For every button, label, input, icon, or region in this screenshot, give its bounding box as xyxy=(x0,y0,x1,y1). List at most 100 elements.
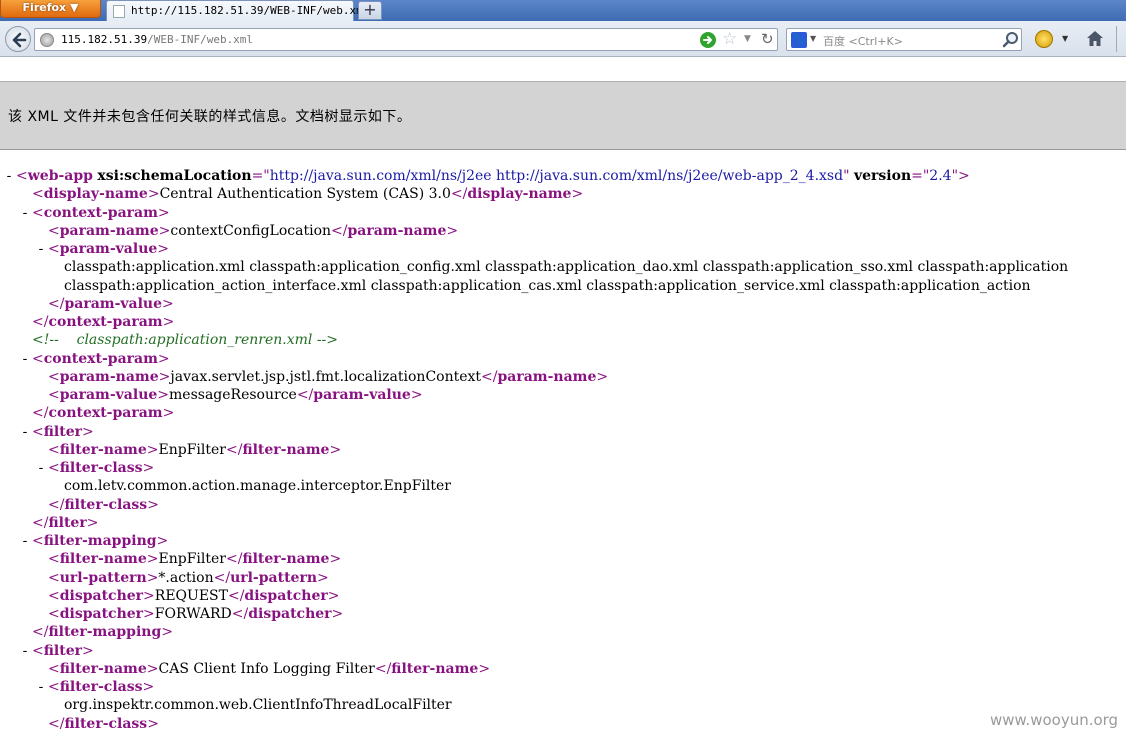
back-icon xyxy=(12,32,27,48)
site-identity-icon[interactable] xyxy=(40,33,54,47)
xml-punct: "> xyxy=(951,168,970,184)
xml-punct: > xyxy=(327,587,340,604)
xml-line: <param-value>messageResource</param-valu… xyxy=(48,386,423,404)
search-icon[interactable] xyxy=(1002,31,1020,53)
xml-punct: < xyxy=(48,222,60,239)
xml-punct: < xyxy=(32,642,44,659)
chevron-down-icon[interactable]: ▼ xyxy=(1062,34,1068,43)
xml-attr-name: version xyxy=(853,168,912,184)
xml-text: FORWARD xyxy=(154,606,232,622)
xml-line: - <param-value> xyxy=(39,240,169,258)
xml-punct: < xyxy=(48,441,60,458)
collapse-toggle[interactable]: - xyxy=(19,642,31,660)
collapse-toggle[interactable]: - xyxy=(35,459,47,477)
xml-punct: < xyxy=(48,368,60,385)
xml-punct: < xyxy=(48,606,60,622)
xml-text: javax.servlet.jsp.jstl.fmt.localizationC… xyxy=(170,368,482,385)
collapse-toggle[interactable]: - xyxy=(3,167,15,185)
url-input[interactable]: 115.182.51.39/WEB-INF/web.xml xyxy=(61,33,253,46)
xml-punct: </ xyxy=(481,368,498,385)
xml-punct: > xyxy=(147,186,160,203)
xml-tag: context-param xyxy=(43,350,158,367)
collapse-toggle[interactable]: - xyxy=(19,350,31,368)
xml-line: </filter> xyxy=(32,514,98,532)
xml-punct: > xyxy=(331,606,344,622)
notice-text: 该 XML 文件并未包含任何关联的样式信息。文档树显示如下。 xyxy=(8,109,412,125)
collapse-toggle[interactable]: - xyxy=(19,423,31,441)
xml-punct: > xyxy=(143,606,155,622)
xml-tag: filter-name xyxy=(59,441,147,458)
collapse-toggle[interactable]: - xyxy=(19,532,31,550)
xml-comment: <!-- classpath:application_renren.xml --… xyxy=(32,332,339,349)
tab-title: http://115.182.51.39/WEB-INF/web.xml xyxy=(131,4,370,17)
tab-web-xml[interactable]: http://115.182.51.39/WEB-INF/web.xml xyxy=(106,0,369,21)
xml-tag: context-param xyxy=(48,314,163,330)
xml-line: </context-param> xyxy=(32,404,174,422)
new-tab-button[interactable]: + xyxy=(358,1,382,20)
xml-text: classpath:application_action_interface.x… xyxy=(64,277,1031,294)
search-bar[interactable]: 🐾 ▼ 百度 <Ctrl+K> xyxy=(786,28,1022,51)
tab-strip: Firefox ▼ http://115.182.51.39/WEB-INF/w… xyxy=(0,0,1126,21)
dropmarker-icon[interactable]: ▼ xyxy=(744,34,751,44)
xml-text: Central Authentication System (CAS) 3.0 xyxy=(159,186,451,203)
xml-tag: dispatcher xyxy=(59,606,144,622)
xml-line: classpath:application_action_interface.x… xyxy=(64,277,1031,295)
xml-punct: < xyxy=(48,569,60,586)
xml-punct: > xyxy=(146,660,159,677)
xml-tag: filter-class xyxy=(64,496,148,513)
xml-attr-name: xsi:schemaLocation xyxy=(97,168,252,184)
go-icon[interactable] xyxy=(700,32,716,48)
xml-text: messageResource xyxy=(169,387,297,403)
xml-punct: > xyxy=(146,569,159,586)
star-icon[interactable]: ☆ xyxy=(722,29,737,49)
url-host: 115.182.51.39 xyxy=(61,33,148,46)
xml-line: <filter-name>EnpFilter</filter-name> xyxy=(48,441,341,459)
search-input[interactable]: 百度 <Ctrl+K> xyxy=(823,33,903,49)
xml-punct: < xyxy=(32,423,44,440)
xml-punct: < xyxy=(32,533,44,549)
xml-line: - <context-param> xyxy=(23,204,170,222)
page-icon xyxy=(113,5,125,18)
xml-tag: display-name xyxy=(467,186,572,203)
xml-line: - <filter-class> xyxy=(39,678,155,696)
search-engine-icon[interactable]: 🐾 xyxy=(791,32,807,48)
xml-punct: > xyxy=(157,387,170,403)
xml-punct: </ xyxy=(227,587,245,604)
xml-punct: > xyxy=(446,222,459,239)
xml-line: - <filter-mapping> xyxy=(23,532,169,550)
xml-punct: > xyxy=(317,569,329,586)
toolbar-overflow[interactable] xyxy=(1116,26,1126,52)
xml-punct: > xyxy=(157,350,170,367)
xml-text: contextConfigLocation xyxy=(170,222,332,239)
collapse-toggle[interactable]: - xyxy=(35,240,47,258)
addon-icon[interactable] xyxy=(1035,30,1053,48)
chevron-down-icon[interactable]: ▼ xyxy=(810,34,816,43)
collapse-toggle[interactable]: - xyxy=(35,678,47,696)
xml-tag: filter-class xyxy=(59,460,143,476)
xml-punct: > xyxy=(81,423,94,440)
xml-punct: > xyxy=(410,387,423,403)
xml-punct: > xyxy=(329,551,342,568)
xml-punct: < xyxy=(48,387,60,403)
xml-tag: filter-name xyxy=(242,441,330,458)
xml-punct: </ xyxy=(32,405,49,422)
home-button[interactable] xyxy=(1086,30,1104,51)
collapse-toggle[interactable]: - xyxy=(19,204,31,222)
xml-punct: </ xyxy=(231,606,249,622)
xml-tag: param-name xyxy=(497,368,597,385)
xml-punct: > xyxy=(143,587,155,604)
reload-icon[interactable]: ↻ xyxy=(761,30,774,48)
firefox-menu-button[interactable]: Firefox ▼ xyxy=(0,0,101,18)
xml-text: org.inspektr.common.web.ClientInfoThread… xyxy=(64,697,452,714)
xml-tag: filter-mapping xyxy=(48,624,162,641)
xml-line: <!-- classpath:application_renren.xml --… xyxy=(32,331,338,349)
url-bar[interactable]: 115.182.51.39/WEB-INF/web.xml ☆ ▼ ↻ xyxy=(34,28,778,51)
back-button[interactable] xyxy=(5,26,31,52)
xml-tag: filter-class xyxy=(59,679,143,695)
xml-punct: </ xyxy=(331,222,348,239)
xml-punct: =" xyxy=(251,168,270,184)
xml-punct: < xyxy=(32,204,44,221)
xml-tag: param-name xyxy=(347,222,447,239)
xml-line: - <context-param> xyxy=(23,350,170,368)
xml-tag: web-app xyxy=(27,168,93,184)
